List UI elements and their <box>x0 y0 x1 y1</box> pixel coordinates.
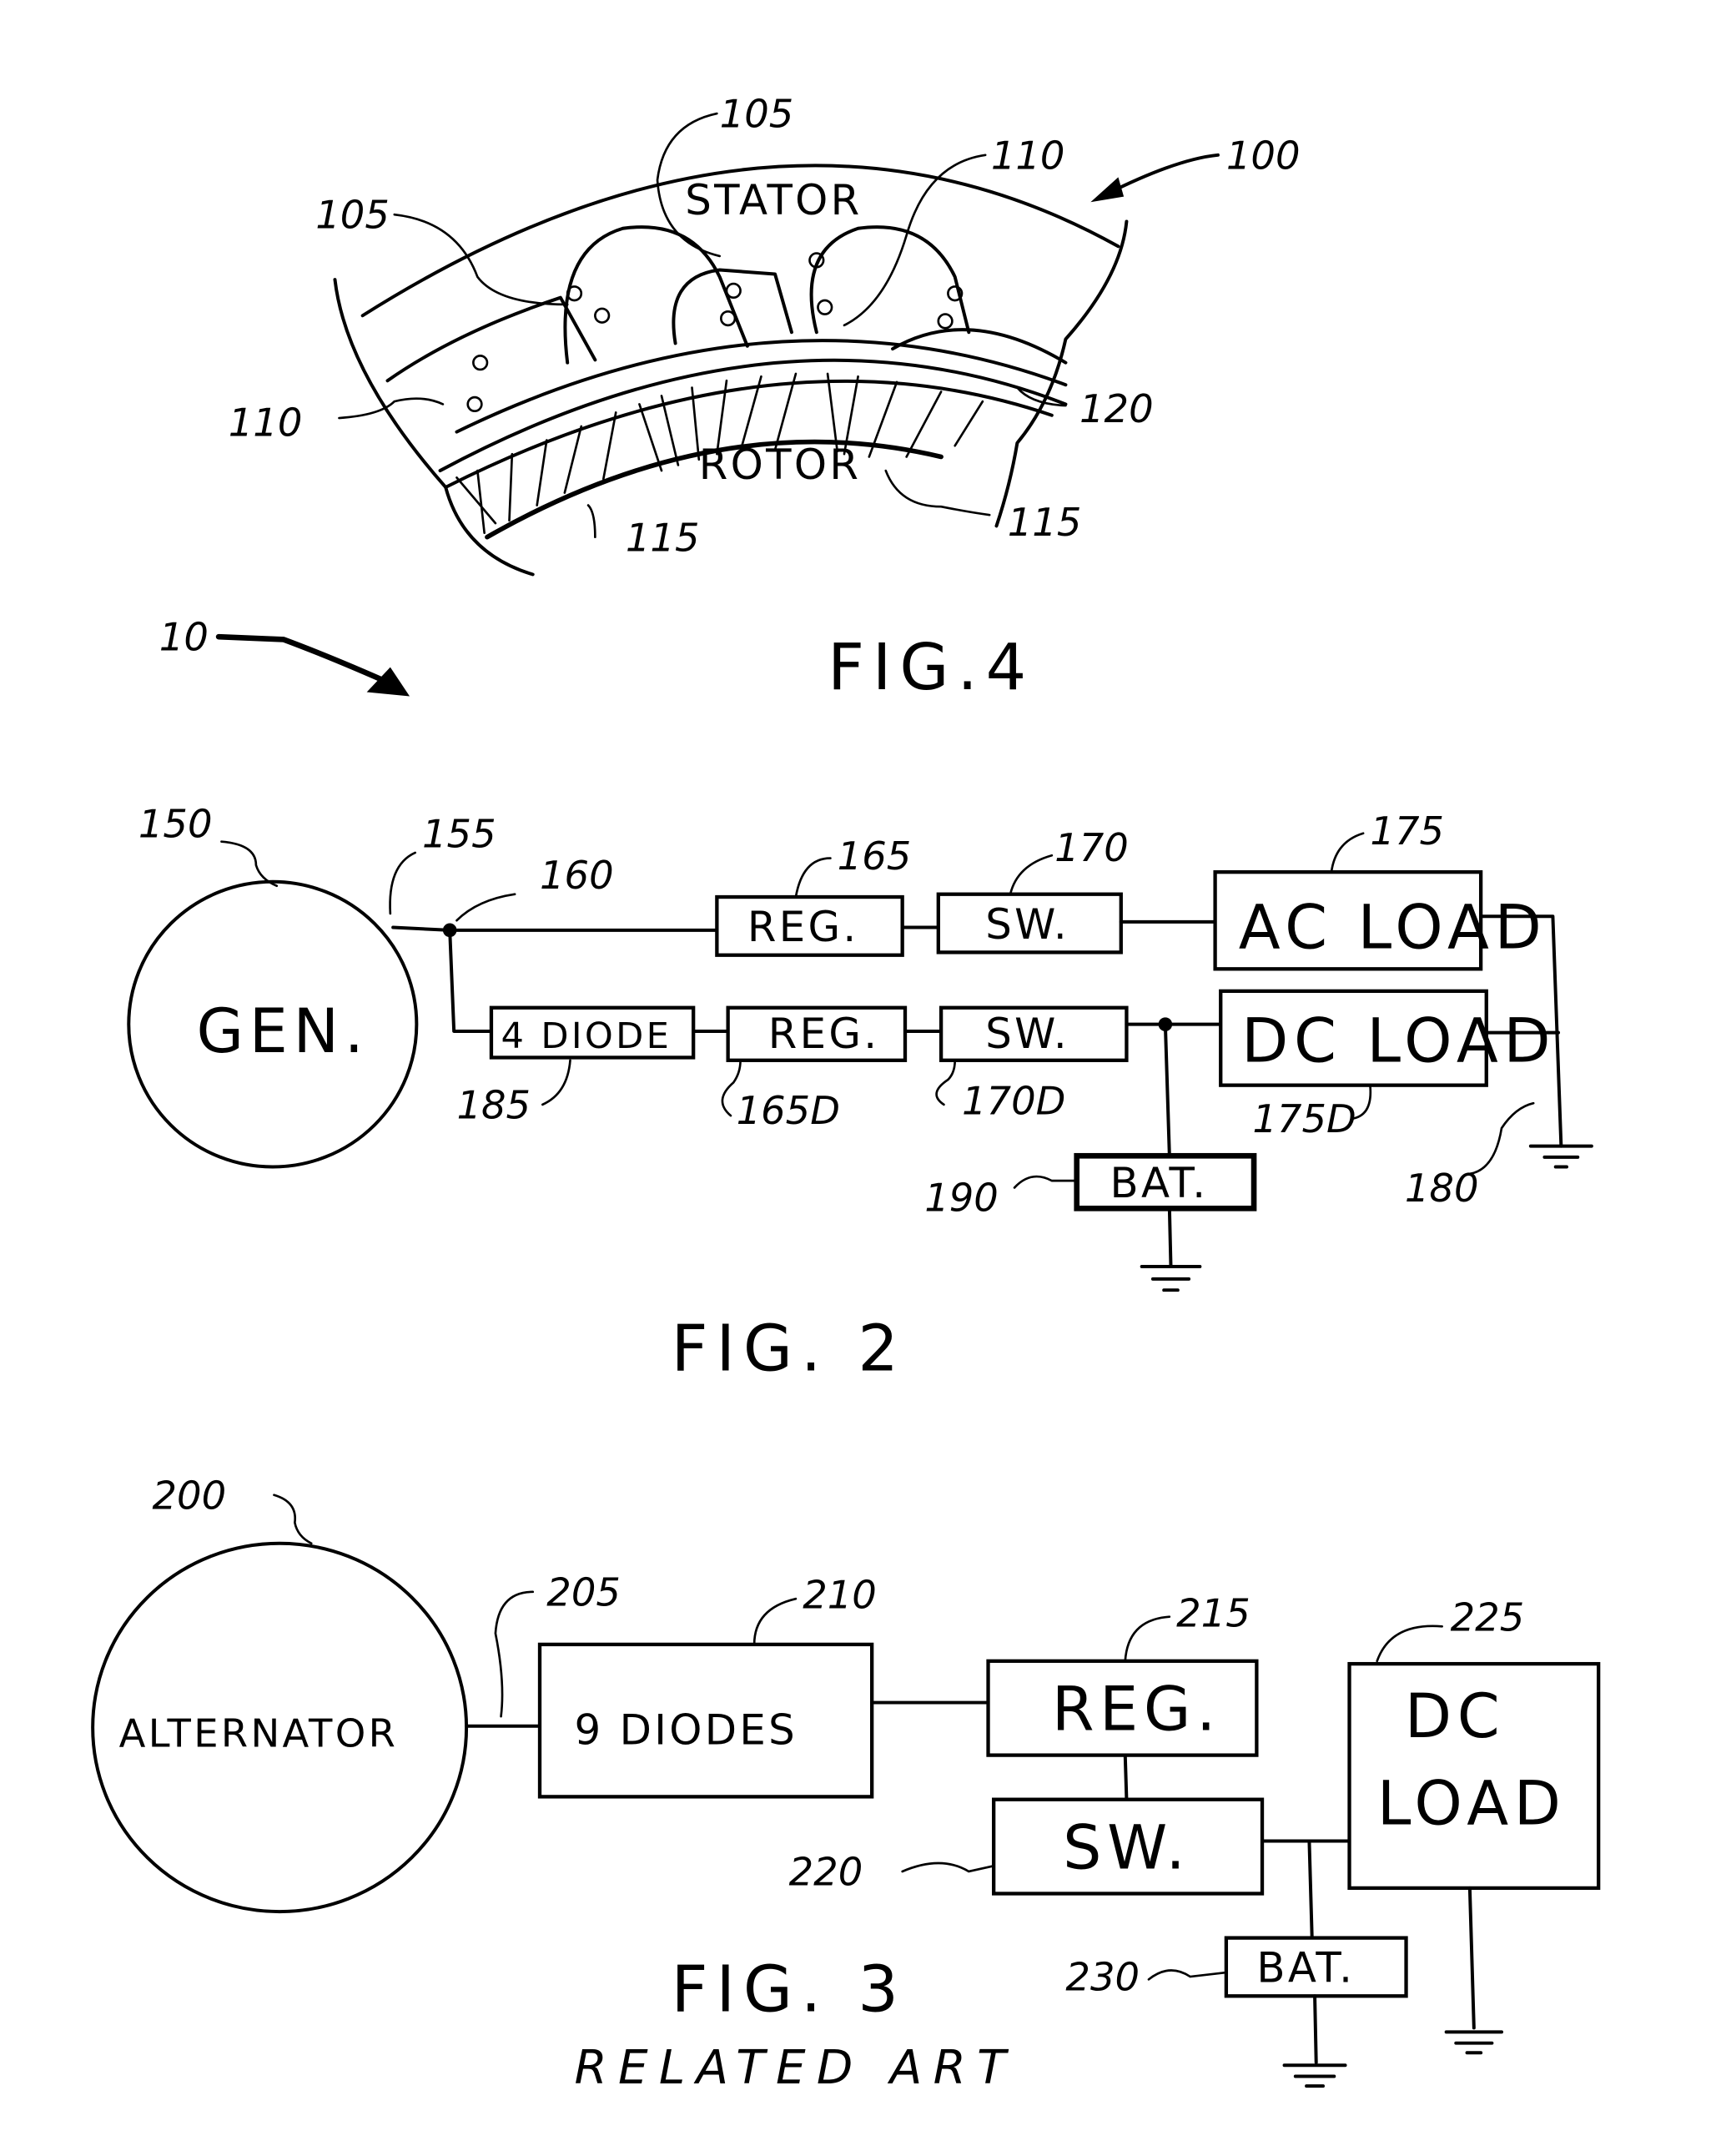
rectifier-label: 4 DIODE <box>501 1015 672 1057</box>
ref-165D: 165D <box>737 1088 840 1133</box>
ref-205: 205 <box>546 1569 621 1614</box>
switch-label: SW. <box>1063 1813 1190 1884</box>
ref-230: 230 <box>1065 1955 1140 2000</box>
ref-110-top: 110 <box>991 133 1065 178</box>
rotor-label: ROTOR <box>699 441 862 489</box>
ref-105-left: 105 <box>315 193 390 238</box>
ac-load-label: AC LOAD <box>1239 892 1547 963</box>
ref-160: 160 <box>540 853 614 898</box>
ref-170: 170 <box>1054 825 1129 870</box>
ref-200: 200 <box>152 1473 226 1518</box>
ref-100: 100 <box>1226 133 1301 178</box>
ref-120: 120 <box>1079 386 1154 431</box>
ref-115-left: 115 <box>626 515 700 560</box>
ac-switch-label: SW. <box>985 900 1069 949</box>
ref-155: 155 <box>422 811 496 856</box>
ref-115-right: 115 <box>1008 500 1082 545</box>
fig3-subcaption: RELATED ART <box>574 2041 1016 2095</box>
ref-105-top: 105 <box>720 92 794 137</box>
ref-110-left: 110 <box>229 400 303 446</box>
dc-load-label-line1: DC <box>1405 1681 1505 1752</box>
ref-190: 190 <box>924 1176 999 1221</box>
generator-label: GEN. <box>197 996 370 1067</box>
regulator-label: REG. <box>1052 1675 1221 1745</box>
ref-180: 180 <box>1405 1166 1479 1211</box>
ref-225: 225 <box>1451 1594 1525 1640</box>
ref-10: 10 <box>159 615 209 660</box>
leader-105-left <box>393 213 569 306</box>
ref-185: 185 <box>456 1082 531 1127</box>
fig4-stator-rotor: 100 STATOR ROTOR 105 105 110 110 120 115… <box>229 92 1301 705</box>
arrow-100 <box>1105 153 1220 196</box>
leader-115-right <box>884 469 991 516</box>
ref-215: 215 <box>1176 1590 1251 1635</box>
dc-load-label-line2: LOAD <box>1377 1769 1567 1840</box>
ref-220: 220 <box>789 1850 863 1895</box>
arrow-100-head <box>1090 177 1125 203</box>
battery-label: BAT. <box>1256 1944 1355 1992</box>
right-edge <box>994 219 1129 528</box>
wire-to-battery <box>1307 1839 1314 1940</box>
ref-175: 175 <box>1370 808 1444 854</box>
ground-icon <box>1444 2030 1504 2055</box>
ref-170D: 170D <box>962 1078 1065 1123</box>
ac-regulator-label: REG. <box>747 903 859 951</box>
ref-150: 150 <box>138 802 213 847</box>
leader-110-top <box>843 154 987 327</box>
stator-label: STATOR <box>685 176 862 224</box>
dc-load-label: DC LOAD <box>1241 1005 1556 1076</box>
wire-gen-to-node <box>391 925 452 932</box>
arrow-10 <box>215 633 398 688</box>
dc-regulator-label: REG. <box>768 1010 880 1058</box>
fig2-system: 10 GEN. 150 155 160 REG. 165 SW. 170 AC … <box>127 615 1593 1385</box>
fig4-caption: FIG.4 <box>828 630 1034 704</box>
battery-label: BAT. <box>1110 1159 1209 1207</box>
ground-icon <box>1528 1144 1593 1169</box>
fig2-caption: FIG. 2 <box>672 1311 907 1385</box>
diodes-label: 9 DIODES <box>574 1705 798 1754</box>
wire-node-to-battery <box>1163 1022 1171 1158</box>
ref-210: 210 <box>803 1573 877 1618</box>
dc-switch-label: SW. <box>985 1010 1069 1058</box>
leader-115-left <box>586 504 596 539</box>
wire-node-to-diode <box>448 928 493 1033</box>
alternator-label: ALTERNATOR <box>119 1711 398 1756</box>
ground-icon <box>1140 1264 1202 1292</box>
ref-175D: 175D <box>1252 1096 1356 1141</box>
arrow-10-head <box>366 667 410 697</box>
fig3-related-art: ALTERNATOR 200 205 9 DIODES 210 REG. 215… <box>91 1473 1601 2095</box>
ground-icon <box>1282 2063 1347 2088</box>
ref-165: 165 <box>838 834 912 879</box>
fig3-caption: FIG. 3 <box>672 1952 907 2027</box>
patent-drawing-sheet: 100 STATOR ROTOR 105 105 110 110 120 115… <box>91 92 1601 2095</box>
